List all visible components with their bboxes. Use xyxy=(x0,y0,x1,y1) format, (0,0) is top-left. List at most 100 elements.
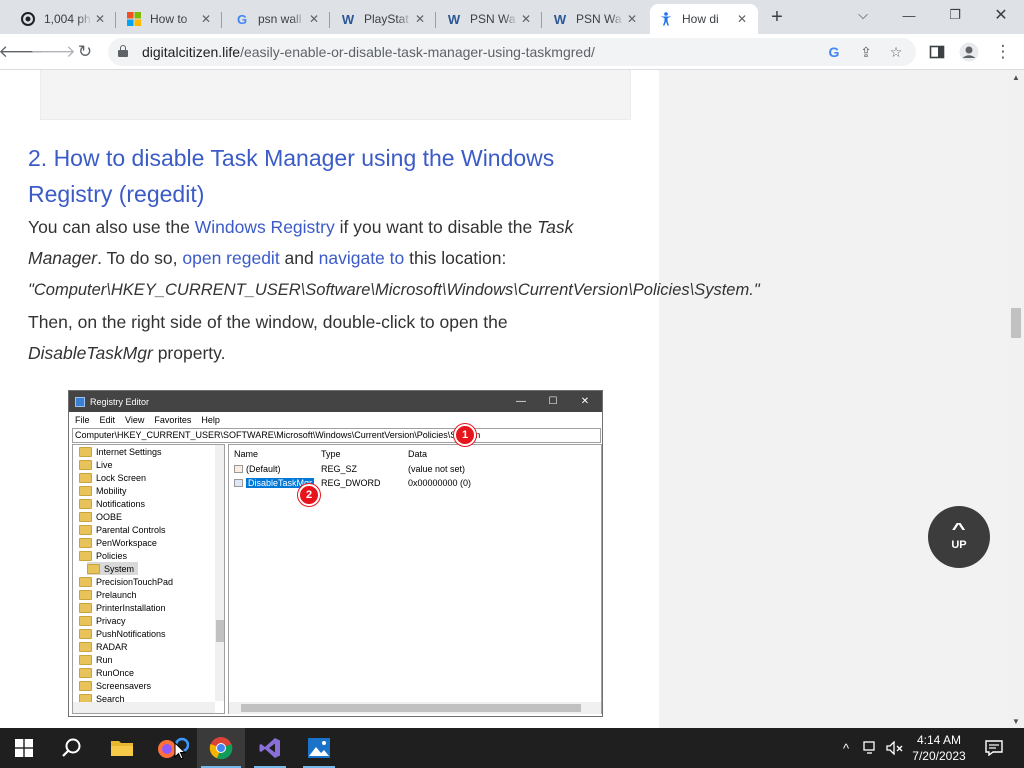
regedit-close-icon: ✕ xyxy=(580,396,590,407)
tab-title: psn wall xyxy=(258,12,302,26)
regedit-address-bar: Computer\HKEY_CURRENT_USER\SOFTWARE\Micr… xyxy=(72,428,601,443)
regedit-menu-favorites: Favorites xyxy=(154,415,192,425)
network-icon[interactable] xyxy=(860,728,882,768)
folder-icon xyxy=(111,741,133,756)
tab-search-icon[interactable]: ⌵ xyxy=(840,0,886,30)
tree-scroll-thumb xyxy=(216,620,224,642)
search-button[interactable] xyxy=(48,728,96,768)
accessibility-icon xyxy=(658,11,674,27)
tree-item: Policies xyxy=(79,549,127,562)
lock-icon[interactable] xyxy=(118,45,128,57)
tree-item-selected: System xyxy=(87,562,139,575)
spiral-icon xyxy=(20,11,36,27)
bookmark-star-icon[interactable]: ☆ xyxy=(886,42,906,62)
restore-button[interactable]: ❐ xyxy=(932,0,978,30)
tab-strip: 1,004 ph ✕ How to ✕ G psn wall ✕ W PlayS… xyxy=(0,0,1024,34)
tree-item: Mobility xyxy=(79,484,127,497)
column-header-name: Name xyxy=(234,449,259,459)
close-icon[interactable]: ✕ xyxy=(92,11,108,27)
regedit-menu-edit: Edit xyxy=(99,415,116,425)
tree-item: PrinterInstallation xyxy=(79,601,166,614)
tree-item: Run xyxy=(79,653,113,666)
dword-value-icon xyxy=(234,479,243,487)
visual-studio-taskbar-button[interactable] xyxy=(246,728,294,768)
string-value-icon xyxy=(234,465,243,473)
url-text[interactable]: digitalcitizen.life/easily-enable-or-dis… xyxy=(142,44,595,60)
browser-taskbar-button[interactable] xyxy=(148,728,196,768)
close-icon[interactable]: ✕ xyxy=(624,11,640,27)
paragraph-line: Then, on the right side of the window, d… xyxy=(28,312,508,332)
side-panel-icon[interactable] xyxy=(924,40,950,64)
close-icon[interactable]: ✕ xyxy=(734,11,750,27)
reload-button[interactable]: ↻ xyxy=(72,40,98,64)
photos-taskbar-button[interactable] xyxy=(295,728,343,768)
page-scrollbar[interactable]: ▲ ▼ xyxy=(1008,70,1024,728)
regedit-menu-file: File xyxy=(75,415,90,425)
chrome-icon xyxy=(209,737,233,760)
tree-item: Notifications xyxy=(79,497,145,510)
tree-item: RunOnce xyxy=(79,666,134,679)
minimize-button[interactable]: — xyxy=(886,0,932,30)
tab-how-to[interactable]: How to ✕ xyxy=(118,4,222,34)
search-icon xyxy=(62,738,81,757)
google-translate-icon[interactable]: G xyxy=(824,42,844,62)
regedit-title: Registry Editor xyxy=(90,396,150,407)
tab-1004-photos[interactable]: 1,004 ph ✕ xyxy=(12,4,116,34)
scroll-up-button[interactable]: ^ UP xyxy=(928,506,990,568)
list-scroll-thumb xyxy=(241,704,581,712)
file-explorer-button[interactable] xyxy=(98,728,146,768)
regedit-app-icon xyxy=(75,396,85,407)
notifications-icon[interactable] xyxy=(980,728,1008,768)
new-tab-button[interactable]: + xyxy=(766,6,788,28)
section-heading: 2. How to disable Task Manager using the… xyxy=(28,145,555,207)
profile-avatar-icon[interactable] xyxy=(956,40,982,64)
value-name: (Default) xyxy=(234,464,281,474)
tab-psn-wa-1[interactable]: W PSN Wa ✕ xyxy=(438,4,542,34)
forward-button[interactable]: 🡒 xyxy=(30,40,76,64)
address-bar[interactable]: digitalcitizen.life/easily-enable-or-dis… xyxy=(108,38,916,66)
tree-item: OOBE xyxy=(79,510,122,523)
page-viewport: 2. How to disable Task Manager using the… xyxy=(0,70,1008,728)
tab-how-disable-active[interactable]: How di ✕ xyxy=(650,4,758,34)
tab-title: PlayStat xyxy=(364,12,409,26)
scroll-up-arrow-icon[interactable]: ▲ xyxy=(1008,70,1024,84)
page-scroll-thumb[interactable] xyxy=(1011,308,1021,338)
windows-logo-icon xyxy=(15,739,33,757)
close-icon[interactable]: ✕ xyxy=(412,11,428,27)
value-type: REG_DWORD xyxy=(321,478,381,488)
sidebar-area xyxy=(659,70,1008,728)
tab-psn-wa-2[interactable]: W PSN Wa ✕ xyxy=(544,4,648,34)
tab-title: How to xyxy=(150,12,188,26)
tree-item: Parental Controls xyxy=(79,523,166,536)
registry-editor-screenshot: Registry Editor — ☐ ✕ File Edit View Fav… xyxy=(68,390,603,717)
google-icon: G xyxy=(236,11,248,27)
tab-psn-wall[interactable]: G psn wall ✕ xyxy=(226,4,330,34)
navigate-to-link[interactable]: navigate to xyxy=(319,248,405,268)
scroll-down-arrow-icon[interactable]: ▼ xyxy=(1008,714,1024,728)
chrome-taskbar-button[interactable] xyxy=(197,728,245,768)
menu-kebab-icon[interactable]: ⋮ xyxy=(990,40,1016,64)
close-icon[interactable]: ✕ xyxy=(518,11,534,27)
close-icon[interactable]: ✕ xyxy=(306,11,322,27)
paragraph-line: You can also use the Windows Registry if… xyxy=(28,217,574,237)
windows-taskbar: ^ 4:14 AM 7/20/2023 xyxy=(0,728,1024,768)
value-type: REG_SZ xyxy=(321,464,358,474)
microsoft-icon xyxy=(126,11,142,27)
regedit-values-list: Name Type Data (Default) REG_SZ (value n… xyxy=(228,444,602,714)
tab-playstation[interactable]: W PlayStat ✕ xyxy=(332,4,436,34)
share-icon[interactable]: ⇪ xyxy=(856,42,876,62)
close-icon[interactable]: ✕ xyxy=(198,11,214,27)
windows-registry-link[interactable]: Windows Registry xyxy=(195,217,335,237)
system-clock[interactable]: 4:14 AM 7/20/2023 xyxy=(906,732,972,764)
tree-item: Lock Screen xyxy=(79,471,146,484)
start-button[interactable] xyxy=(0,728,48,768)
column-header-data: Data xyxy=(408,449,428,459)
tree-horizontal-scrollbar xyxy=(73,702,215,713)
tree-item: PenWorkspace xyxy=(79,536,157,549)
open-regedit-link[interactable]: open regedit xyxy=(182,248,279,268)
show-hidden-icons-chevron[interactable]: ^ xyxy=(836,728,856,768)
regedit-minimize-icon: — xyxy=(516,396,526,407)
volume-muted-icon[interactable] xyxy=(884,728,906,768)
close-window-button[interactable]: ✕ xyxy=(978,0,1024,30)
wordpress-icon: W xyxy=(447,11,461,27)
